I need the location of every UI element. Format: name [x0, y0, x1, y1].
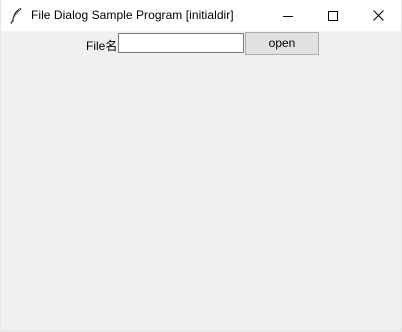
maximize-button[interactable] — [310, 0, 356, 31]
main-content: File名 open — [1, 31, 401, 331]
app-window: File Dialog Sample Program [initialdir] — [0, 0, 402, 332]
file-label: File名 — [86, 39, 118, 53]
close-button[interactable] — [355, 0, 401, 31]
window-title: File Dialog Sample Program [initialdir] — [31, 8, 234, 22]
close-icon — [372, 10, 384, 21]
minimize-button[interactable] — [265, 0, 311, 31]
title-bar[interactable]: File Dialog Sample Program [initialdir] — [1, 0, 401, 31]
minimize-icon — [283, 11, 293, 21]
file-path-input[interactable] — [118, 33, 244, 53]
maximize-icon — [328, 10, 338, 21]
feather-icon — [9, 7, 23, 24]
open-button[interactable]: open — [245, 32, 319, 55]
